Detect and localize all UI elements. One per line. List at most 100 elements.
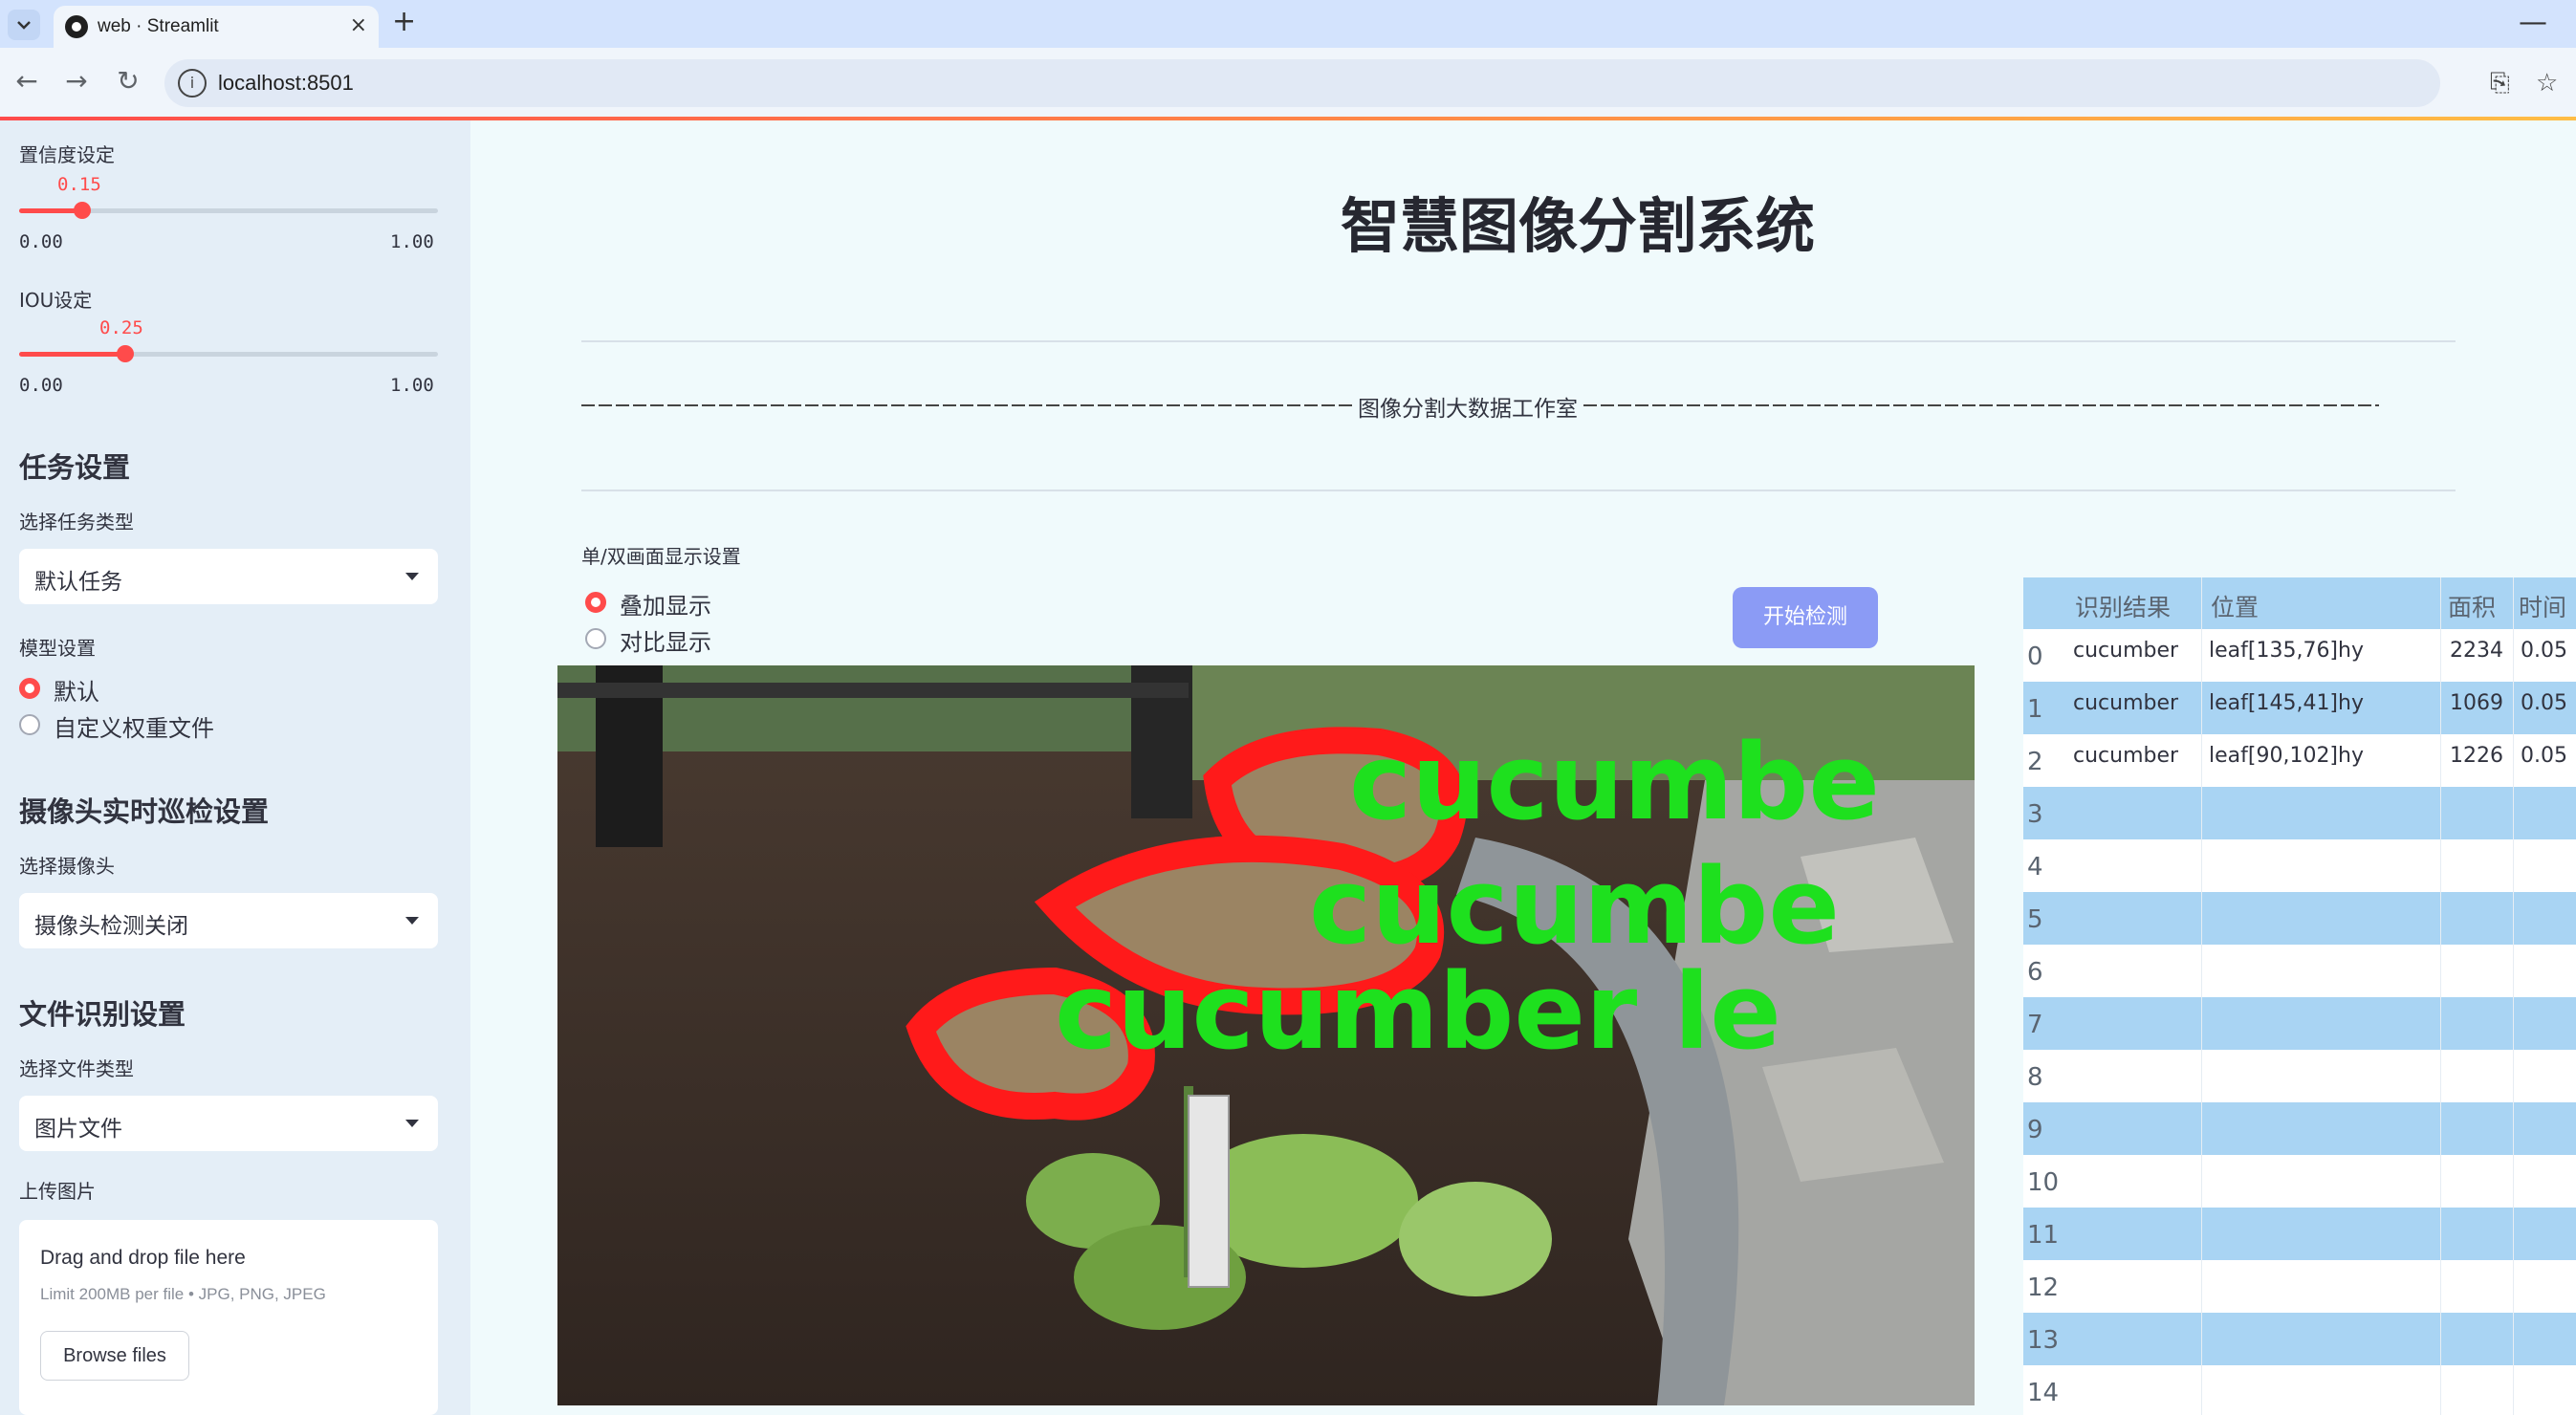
confidence-slider[interactable] [19,202,438,219]
file-heading: 文件识别设置 [19,998,186,1031]
model-option-label: 自定义权重文件 [54,715,214,742]
table-row[interactable]: 13 [2023,1313,2576,1365]
url-text[interactable]: localhost:8501 [218,71,354,96]
table-row[interactable]: 6 [2023,945,2576,997]
iou-slider-thumb[interactable] [117,345,134,362]
divider-top [581,340,2456,342]
cell-time: 0.05 [2521,639,2567,663]
row-index: 6 [2027,958,2043,987]
table-row[interactable]: 10 [2023,1155,2576,1208]
confidence-slider-fill [19,208,81,213]
table-row[interactable]: 8 [2023,1050,2576,1102]
studio-name: 图像分割大数据工作室 [1358,397,1578,422]
table-row[interactable]: 3 [2023,787,2576,839]
column-header-position[interactable]: 位置 [2211,589,2259,623]
start-detection-button[interactable]: 开始检测 [1733,587,1878,648]
mask-label-3: cucumber le [1055,950,1781,1073]
browser-toolbar: ← → ↻ i localhost:8501 ⎘ ☆ [0,48,2576,117]
table-row[interactable]: 14 [2023,1365,2576,1415]
file-type-select-value: 图片文件 [34,1117,122,1142]
close-icon[interactable]: × [350,13,367,37]
iou-value: 0.25 [99,317,143,338]
upload-title: Drag and drop file here [40,1247,246,1269]
camera-label: 选择摄像头 [19,855,115,878]
file-uploader-dropzone[interactable]: Drag and drop file here Limit 200MB per … [19,1220,438,1415]
bookmark-star-icon[interactable]: ☆ [2536,69,2558,98]
table-row[interactable]: 12 [2023,1260,2576,1313]
table-row[interactable]: 0 cucumber leaf[135,76]hy 2234 0.05 [2023,629,2576,682]
confidence-slider-thumb[interactable] [74,202,91,219]
model-option-label: 默认 [54,679,99,706]
divider-bottom [581,490,2456,491]
translate-icon[interactable]: ⎘ [2490,69,2510,98]
column-divider [2513,577,2514,1415]
browser-tabbar: web · Streamlit × + — [0,0,2576,48]
camera-select[interactable]: 摄像头检测关闭 [19,893,438,948]
confidence-label: 置信度设定 [19,143,115,166]
cell-result: cucumber [2073,691,2179,715]
column-header-result[interactable]: 识别结果 [2075,589,2171,623]
site-info-icon[interactable]: i [178,69,207,98]
table-row[interactable]: 7 [2023,997,2576,1050]
cell-position: leaf[90,102]hy [2209,744,2364,768]
file-type-select[interactable]: 图片文件 [19,1096,438,1151]
chevron-down-icon [405,917,419,925]
row-index: 13 [2027,1326,2060,1355]
row-index: 9 [2027,1116,2043,1144]
reload-icon[interactable]: ↻ [111,65,145,97]
results-table[interactable]: 识别结果 位置 面积 时间 0 cucumber leaf[135,76]hy 223… [2023,577,2576,1415]
browser-tab[interactable]: web · Streamlit × [54,6,379,48]
tab-search-button[interactable] [8,10,40,40]
table-row[interactable]: 9 [2023,1102,2576,1155]
row-index: 3 [2027,800,2043,829]
dash-line-left [581,404,1354,406]
chevron-down-icon [405,573,419,580]
chevron-down-icon [17,21,31,30]
iou-slider[interactable] [19,345,438,362]
cell-area: 1226 [2450,744,2503,768]
task-label: 选择任务类型 [19,511,134,533]
minimize-icon[interactable]: — [2519,6,2547,39]
table-row[interactable]: 11 [2023,1208,2576,1260]
column-header-area[interactable]: 面积 [2448,589,2496,623]
studio-divider: 图像分割大数据工作室 [581,390,2379,422]
table-row[interactable]: 1 cucumber leaf[145,41]hy 1069 0.05 [2023,682,2576,734]
cell-position: leaf[145,41]hy [2209,691,2364,715]
model-label: 模型设置 [19,637,96,660]
sidebar: 置信度设定 0.15 0.00 1.00 IOU设定 0.25 0.00 1.0… [0,120,470,1415]
row-index: 12 [2027,1274,2060,1302]
cell-result: cucumber [2073,639,2179,663]
row-index: 5 [2027,905,2043,934]
table-header: 识别结果 位置 面积 时间 [2023,577,2576,629]
cell-time: 0.05 [2521,691,2567,715]
address-bar[interactable]: i localhost:8501 [164,59,2440,107]
segmentation-result-image: cucumbe cucumbe cucumber le [557,665,1975,1405]
table-row[interactable]: 5 [2023,892,2576,945]
new-tab-icon[interactable]: + [392,8,416,36]
iou-min: 0.00 [19,375,63,396]
radio-unchecked-icon[interactable] [19,714,40,735]
task-select[interactable]: 默认任务 [19,549,438,604]
column-header-time[interactable]: 时间 [2519,589,2566,623]
row-index: 2 [2027,748,2043,776]
table-row[interactable]: 4 [2023,839,2576,892]
table-row[interactable]: 2 cucumber leaf[90,102]hy 1226 0.05 [2023,734,2576,787]
display-mode-label: 单/双画面显示设置 [581,545,741,568]
display-option-label: 对比显示 [620,629,711,656]
row-index: 8 [2027,1063,2043,1092]
browse-files-button[interactable]: Browse files [40,1331,189,1381]
radio-checked-icon[interactable] [585,592,606,613]
confidence-max: 1.00 [390,231,434,252]
streamlit-favicon-icon [65,15,88,38]
cell-area: 1069 [2450,691,2503,715]
cell-position: leaf[135,76]hy [2209,639,2364,663]
forward-arrow-icon[interactable]: → [59,65,94,97]
iou-label: IOU设定 [19,289,93,312]
file-type-label: 选择文件类型 [19,1057,134,1080]
cell-area: 2234 [2450,639,2503,663]
back-arrow-icon[interactable]: ← [10,65,44,97]
radio-unchecked-icon[interactable] [585,628,606,649]
radio-checked-icon[interactable] [19,678,40,699]
row-index: 7 [2027,1011,2043,1039]
dash-line-right [1583,404,2379,406]
